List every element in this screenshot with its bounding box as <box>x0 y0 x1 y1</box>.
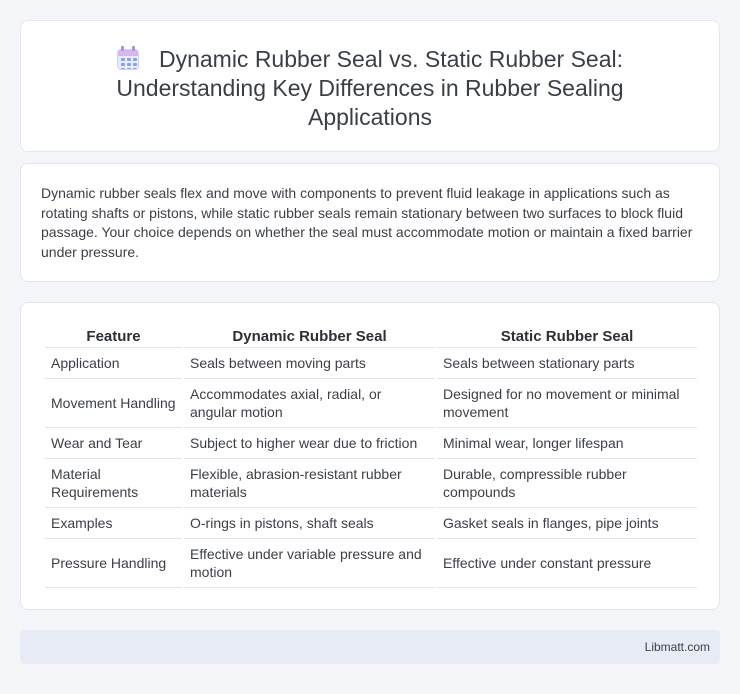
table-row: Material Requirements Flexible, abrasion… <box>45 459 697 508</box>
page-title-text: Dynamic Rubber Seal vs. Static Rubber Se… <box>116 46 624 130</box>
table-cell-static: Designed for no movement or minimal move… <box>437 379 697 428</box>
comparison-table: Feature Dynamic Rubber Seal Static Rubbe… <box>43 325 699 588</box>
table-cell-dynamic: Accommodates axial, radial, or angular m… <box>184 379 435 428</box>
table-cell-dynamic: Subject to higher wear due to friction <box>184 428 435 459</box>
header-card: Dynamic Rubber Seal vs. Static Rubber Se… <box>20 20 720 152</box>
table-cell-feature: Application <box>45 348 182 379</box>
table-row: Pressure Handling Effective under variab… <box>45 539 697 588</box>
column-header-feature: Feature <box>45 325 182 348</box>
table-cell-feature: Wear and Tear <box>45 428 182 459</box>
footer-bar: Libmatt.com <box>20 630 720 664</box>
table-cell-static: Durable, compressible rubber compounds <box>437 459 697 508</box>
table-cell-feature: Movement Handling <box>45 379 182 428</box>
table-cell-feature: Examples <box>45 508 182 539</box>
calendar-icon <box>116 46 139 70</box>
page-title: Dynamic Rubber Seal vs. Static Rubber Se… <box>61 45 679 132</box>
footer-brand[interactable]: Libmatt.com <box>645 640 710 654</box>
table-cell-static: Seals between stationary parts <box>437 348 697 379</box>
table-row: Wear and Tear Subject to higher wear due… <box>45 428 697 459</box>
table-cell-dynamic: Flexible, abrasion-resistant rubber mate… <box>184 459 435 508</box>
table-row: Movement Handling Accommodates axial, ra… <box>45 379 697 428</box>
table-cell-static: Gasket seals in flanges, pipe joints <box>437 508 697 539</box>
table-cell-feature: Pressure Handling <box>45 539 182 588</box>
table-cell-feature: Material Requirements <box>45 459 182 508</box>
summary-text: Dynamic rubber seals flex and move with … <box>41 185 693 260</box>
table-header-row: Feature Dynamic Rubber Seal Static Rubbe… <box>45 325 697 348</box>
table-cell-dynamic: Effective under variable pressure and mo… <box>184 539 435 588</box>
table-cell-static: Minimal wear, longer lifespan <box>437 428 697 459</box>
table-cell-static: Effective under constant pressure <box>437 539 697 588</box>
table-cell-dynamic: O-rings in pistons, shaft seals <box>184 508 435 539</box>
column-header-static: Static Rubber Seal <box>437 325 697 348</box>
table-row: Examples O-rings in pistons, shaft seals… <box>45 508 697 539</box>
comparison-card: Feature Dynamic Rubber Seal Static Rubbe… <box>20 302 720 610</box>
column-header-dynamic: Dynamic Rubber Seal <box>184 325 435 348</box>
summary-card: Dynamic rubber seals flex and move with … <box>20 163 720 282</box>
table-row: Application Seals between moving parts S… <box>45 348 697 379</box>
table-cell-dynamic: Seals between moving parts <box>184 348 435 379</box>
